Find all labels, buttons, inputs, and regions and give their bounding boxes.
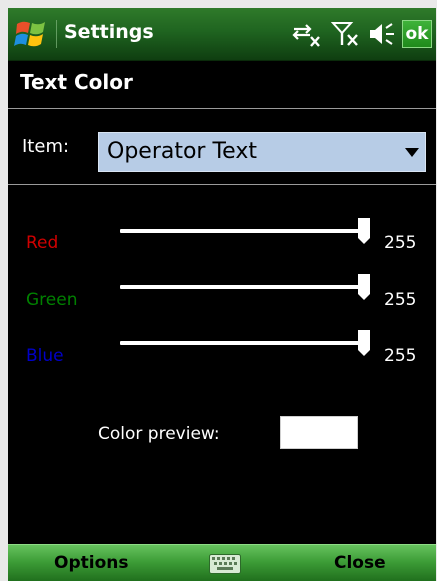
red-label: Red	[26, 233, 59, 253]
item-label: Item:	[22, 136, 70, 157]
page-title: Text Color	[20, 70, 133, 94]
item-divider	[8, 184, 436, 185]
slider-thumb[interactable]	[358, 218, 370, 244]
chevron-down-icon[interactable]	[405, 148, 419, 157]
windows-start-icon[interactable]	[14, 18, 52, 50]
slider-track	[120, 229, 360, 233]
header-divider	[8, 108, 436, 109]
item-dropdown-value: Operator Text	[107, 139, 257, 164]
options-softkey[interactable]: Options	[54, 553, 128, 573]
blue-value: 255	[384, 346, 417, 366]
slider-thumb[interactable]	[358, 330, 370, 356]
close-softkey[interactable]: Close	[334, 553, 386, 573]
red-slider[interactable]	[120, 218, 370, 246]
item-dropdown[interactable]: Operator Text	[98, 132, 426, 172]
softkey-bar: Options Close	[8, 544, 436, 581]
green-slider[interactable]	[120, 274, 370, 302]
window-title: Settings	[64, 21, 154, 43]
connectivity-icon[interactable]	[290, 20, 322, 48]
color-preview-label: Color preview:	[98, 424, 220, 444]
keyboard-icon[interactable]	[209, 554, 241, 574]
volume-icon[interactable]	[368, 20, 396, 48]
slider-track	[120, 341, 360, 345]
signal-off-icon[interactable]	[331, 20, 361, 48]
ok-button[interactable]: ok	[402, 20, 432, 48]
title-separator	[56, 20, 57, 48]
slider-track	[120, 285, 360, 289]
blue-slider[interactable]	[120, 330, 370, 358]
title-bar: Settings ok	[8, 8, 436, 61]
slider-thumb[interactable]	[358, 274, 370, 300]
device-screen: Settings ok Text Color Item: Operator Te…	[8, 8, 436, 581]
color-preview-swatch	[280, 416, 358, 449]
green-value: 255	[384, 290, 417, 310]
blue-label: Blue	[26, 346, 64, 366]
green-label: Green	[26, 290, 78, 310]
red-value: 255	[384, 233, 417, 253]
